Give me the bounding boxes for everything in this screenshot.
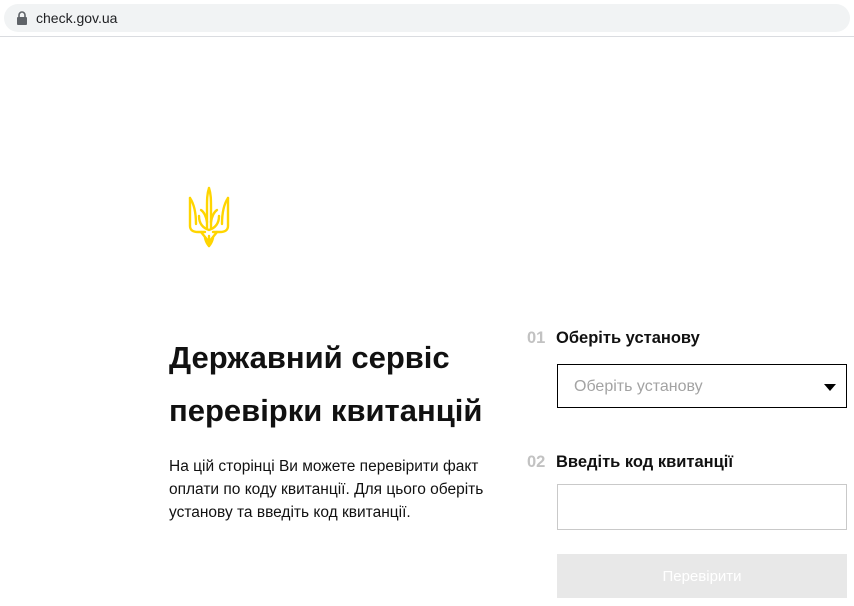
step1-label: Оберіть установу: [556, 329, 700, 347]
institution-select-placeholder: Оберіть установу: [574, 378, 703, 395]
lock-icon[interactable]: [16, 11, 28, 25]
page-description: На цій сторінці Ви можете перевірити фак…: [169, 458, 484, 521]
page-title: Державний сервіс перевірки квитанцій: [169, 331, 499, 437]
check-button[interactable]: Перевірити: [557, 554, 847, 598]
browser-address-bar: check.gov.ua: [0, 0, 854, 37]
page-title-line1: Державний сервіс: [169, 340, 450, 375]
url-text: check.gov.ua: [36, 10, 118, 26]
step1-heading: 01 Оберіть установу: [527, 328, 700, 348]
ukraine-trident-icon: [188, 186, 230, 248]
url-field[interactable]: check.gov.ua: [4, 4, 850, 32]
step2-heading: 02 Введіть код квитанції: [527, 452, 733, 472]
receipt-code-input[interactable]: [557, 484, 847, 530]
step1-number: 01: [527, 329, 546, 347]
page-title-line2: перевірки квитанцій: [169, 393, 483, 428]
step2-number: 02: [527, 453, 546, 471]
step2-label: Введіть код квитанції: [556, 453, 733, 471]
institution-select[interactable]: Оберіть установу: [557, 364, 847, 408]
caret-down-icon: [824, 384, 836, 391]
